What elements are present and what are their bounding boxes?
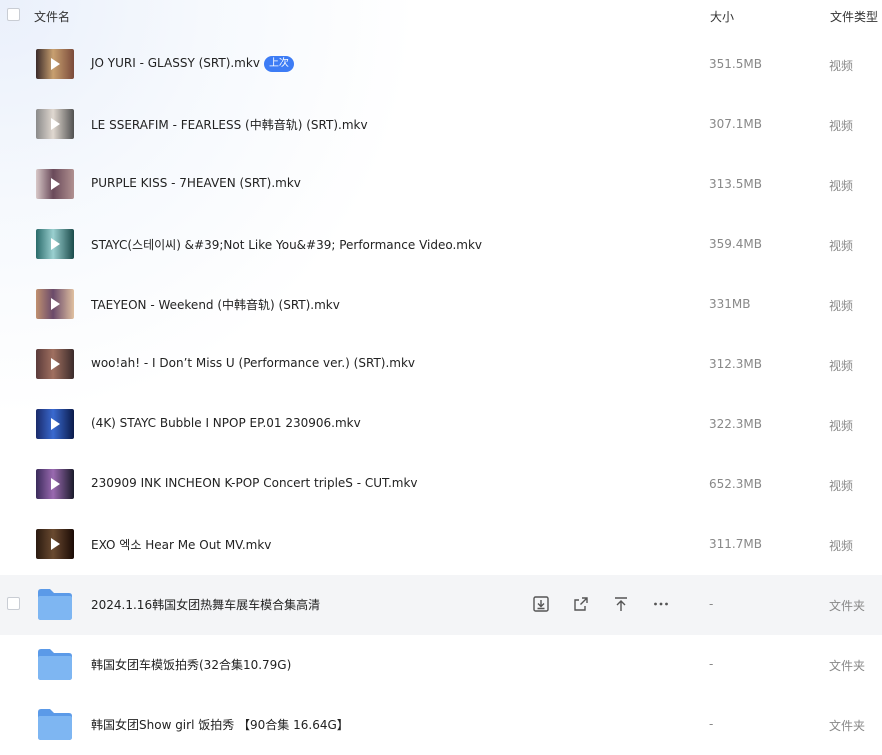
file-row[interactable]: STAYC(스테이씨) &#39;Not Like You&#39; Perfo… bbox=[0, 215, 882, 275]
file-name[interactable]: STAYC(스테이씨) &#39;Not Like You&#39; Perfo… bbox=[91, 236, 482, 253]
select-all-checkbox[interactable] bbox=[7, 8, 20, 21]
play-icon bbox=[51, 358, 60, 370]
video-thumbnail bbox=[36, 169, 74, 199]
file-size: 331MB bbox=[709, 297, 751, 311]
file-size: 359.4MB bbox=[709, 237, 762, 251]
folder-type: 文件夹 bbox=[829, 659, 866, 673]
file-size: 351.5MB bbox=[709, 57, 762, 71]
video-thumbnail bbox=[36, 349, 74, 379]
video-thumbnail bbox=[36, 289, 74, 319]
file-type: 视频 bbox=[829, 359, 854, 373]
file-name[interactable]: LE SSERAFIM - FEARLESS (中韩音轨) (SRT).mkv bbox=[91, 116, 368, 133]
file-type: 视频 bbox=[829, 479, 854, 493]
folder-row[interactable]: 韩国女团Show girl 饭拍秀 【90合集 16.64G】 - 文件夹 bbox=[0, 695, 882, 755]
file-name[interactable]: JO YURI - GLASSY (SRT).mkv 上次 bbox=[91, 56, 294, 72]
video-thumbnail bbox=[36, 109, 74, 139]
folder-type: 文件夹 bbox=[829, 599, 866, 613]
list-header: 文件名 大小 文件类型 bbox=[0, 0, 882, 32]
folder-type: 文件夹 bbox=[829, 719, 866, 733]
file-size: 313.5MB bbox=[709, 177, 762, 191]
folder-size: - bbox=[709, 597, 714, 611]
play-icon bbox=[51, 58, 60, 70]
folder-name[interactable]: 韩国女团车模饭拍秀(32合集10.79G) bbox=[91, 656, 291, 673]
file-name[interactable]: 230909 INK INCHEON K-POP Concert tripleS… bbox=[91, 476, 418, 490]
file-type: 视频 bbox=[829, 119, 854, 133]
play-icon bbox=[51, 238, 60, 250]
row-checkbox[interactable] bbox=[7, 597, 20, 610]
column-header-type[interactable]: 文件类型 bbox=[830, 8, 878, 25]
file-type: 视频 bbox=[829, 539, 854, 553]
file-name[interactable]: TAEYEON - Weekend (中韩音轨) (SRT).mkv bbox=[91, 296, 340, 313]
video-thumbnail bbox=[36, 49, 74, 79]
file-list: JO YURI - GLASSY (SRT).mkv 上次 351.5MB 视频 … bbox=[0, 35, 882, 755]
file-size: 652.3MB bbox=[709, 477, 762, 491]
folder-name[interactable]: 韩国女团Show girl 饭拍秀 【90合集 16.64G】 bbox=[91, 716, 349, 733]
video-thumbnail bbox=[36, 529, 74, 559]
folder-size: - bbox=[709, 717, 714, 731]
file-name[interactable]: (4K) STAYC Bubble I NPOP EP.01 230906.mk… bbox=[91, 416, 361, 430]
last-viewed-badge: 上次 bbox=[263, 56, 294, 72]
file-row[interactable]: TAEYEON - Weekend (中韩音轨) (SRT).mkv 331MB… bbox=[0, 275, 882, 335]
play-icon bbox=[51, 418, 60, 430]
more-icon[interactable] bbox=[650, 593, 672, 615]
file-size: 311.7MB bbox=[709, 537, 762, 551]
file-row[interactable]: 230909 INK INCHEON K-POP Concert tripleS… bbox=[0, 455, 882, 515]
file-name[interactable]: EXO 엑소 Hear Me Out MV.mkv bbox=[91, 536, 271, 553]
move-to-top-icon[interactable] bbox=[610, 593, 632, 615]
share-icon[interactable] bbox=[570, 593, 592, 615]
file-row[interactable]: JO YURI - GLASSY (SRT).mkv 上次 351.5MB 视频 bbox=[0, 35, 882, 95]
play-icon bbox=[51, 298, 60, 310]
play-icon bbox=[51, 538, 60, 550]
file-size: 307.1MB bbox=[709, 117, 762, 131]
file-name[interactable]: PURPLE KISS - 7HEAVEN (SRT).mkv bbox=[91, 176, 301, 190]
file-row[interactable]: PURPLE KISS - 7HEAVEN (SRT).mkv 313.5MB … bbox=[0, 155, 882, 215]
folder-row[interactable]: 韩国女团车模饭拍秀(32合集10.79G) - 文件夹 bbox=[0, 635, 882, 695]
file-type: 视频 bbox=[829, 419, 854, 433]
play-icon bbox=[51, 478, 60, 490]
folder-icon bbox=[38, 649, 72, 680]
folder-name[interactable]: 2024.1.16韩国女团热舞车展车模合集高清 bbox=[91, 596, 320, 613]
play-icon bbox=[51, 118, 60, 130]
folder-icon bbox=[38, 589, 72, 620]
file-type: 视频 bbox=[829, 59, 854, 73]
column-header-name[interactable]: 文件名 bbox=[34, 8, 70, 25]
folder-icon bbox=[38, 709, 72, 740]
file-row[interactable]: (4K) STAYC Bubble I NPOP EP.01 230906.mk… bbox=[0, 395, 882, 455]
video-thumbnail bbox=[36, 469, 74, 499]
play-icon bbox=[51, 178, 60, 190]
folder-size: - bbox=[709, 657, 714, 671]
file-row[interactable]: LE SSERAFIM - FEARLESS (中韩音轨) (SRT).mkv … bbox=[0, 95, 882, 155]
file-type: 视频 bbox=[829, 179, 854, 193]
file-type: 视频 bbox=[829, 239, 854, 253]
file-size: 322.3MB bbox=[709, 417, 762, 431]
folder-row[interactable]: 2024.1.16韩国女团热舞车展车模合集高清 - 文件夹 bbox=[0, 575, 882, 635]
column-header-size[interactable]: 大小 bbox=[710, 8, 734, 25]
file-name[interactable]: woo!ah! - I Don’t Miss U (Performance ve… bbox=[91, 356, 415, 370]
download-icon[interactable] bbox=[530, 593, 552, 615]
file-type: 视频 bbox=[829, 299, 854, 313]
file-row[interactable]: EXO 엑소 Hear Me Out MV.mkv 311.7MB 视频 bbox=[0, 515, 882, 575]
video-thumbnail bbox=[36, 229, 74, 259]
file-row[interactable]: woo!ah! - I Don’t Miss U (Performance ve… bbox=[0, 335, 882, 395]
file-size: 312.3MB bbox=[709, 357, 762, 371]
video-thumbnail bbox=[36, 409, 74, 439]
